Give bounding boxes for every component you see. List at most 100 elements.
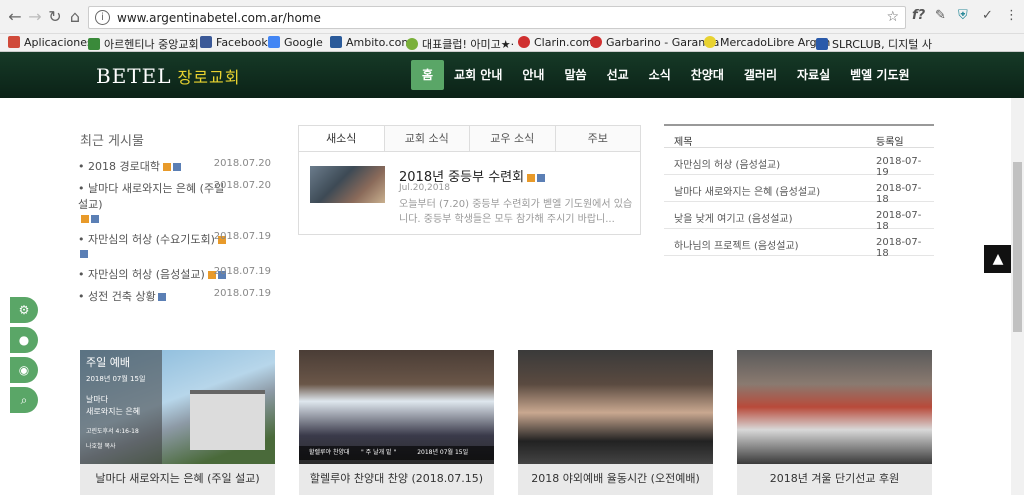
- nav-home[interactable]: 홈: [411, 60, 445, 90]
- formula-extension-icon[interactable]: f?: [912, 8, 925, 23]
- main-nav: 홈 교회 안내 안내 말씀 선교 소식 찬양대 갤러리 자료실 벧엘 기도원: [411, 60, 920, 90]
- gallery-caption[interactable]: 2018년 겨울 단기선교 후원: [737, 464, 932, 495]
- nav-resources[interactable]: 자료실: [787, 60, 840, 90]
- bookmark-item[interactable]: Clarin.com: [518, 36, 593, 49]
- site-logo[interactable]: BETEL 장로교회: [96, 64, 240, 88]
- nav-mission[interactable]: 선교: [597, 60, 639, 90]
- favicon-icon: [88, 38, 100, 50]
- tab-news[interactable]: 새소식: [299, 126, 385, 151]
- bookmark-item[interactable]: Aplicaciones: [8, 36, 93, 49]
- shield-icon[interactable]: ⛨: [958, 8, 968, 23]
- scrollbar-thumb[interactable]: [1013, 162, 1022, 332]
- bookmark-item[interactable]: Ambito.com: [330, 36, 412, 49]
- overlay-sermon-title: 날마다 새로와지는 은혜: [86, 395, 141, 416]
- nav-church-info[interactable]: 교회 안내: [444, 60, 512, 90]
- bookmark-item[interactable]: 대표클럽! 아미고★·: [406, 36, 514, 52]
- table-row[interactable]: 날마다 새로와지는 은혜 (음성설교) 2018-07-18: [664, 175, 934, 205]
- facebook-icon: [200, 36, 212, 48]
- overlay-date: 2018년 07월 15일: [86, 375, 146, 383]
- list-item[interactable]: • 자만심의 허상 (수요기도회) 2018.07.19: [78, 231, 273, 260]
- bookmark-item[interactable]: Facebook: [200, 36, 268, 49]
- bookmarks-bar: Aplicaciones 아르헨티나 중앙교회 Facebook Google …: [0, 34, 1024, 52]
- news-panel: 새소식 교회 소식 교우 소식 주보 2018년 중등부 수련회 Jul.20,…: [298, 125, 641, 235]
- settings-button[interactable]: ⚙: [10, 297, 38, 323]
- gallery-image[interactable]: 할렐루야 찬양대 " 주 날개 밑 " 2018년 07월 15일: [299, 350, 494, 464]
- bookmark-star-icon[interactable]: ☆: [886, 9, 899, 25]
- tab-church-news[interactable]: 교회 소식: [385, 126, 470, 151]
- nav-news[interactable]: 소식: [639, 60, 681, 90]
- sermon-title[interactable]: 날마다 새로와지는 은혜 (음성설교): [674, 183, 820, 198]
- tab-member-news[interactable]: 교우 소식: [470, 126, 556, 151]
- home-icon[interactable]: ⌂: [64, 6, 86, 28]
- nav-prayer-house[interactable]: 벧엘 기도원: [840, 60, 919, 90]
- list-item[interactable]: • 날마다 새로와지는 은혜 (주일 설교) 2018.07.20: [78, 180, 273, 225]
- sermon-title[interactable]: 하나님의 프로젝트 (음성설교): [674, 237, 799, 252]
- bookmark-label: Garbarino - Garantía: [606, 36, 720, 49]
- address-bar[interactable]: i www.argentinabetel.com.ar/home ☆: [88, 6, 906, 29]
- bookmark-label: Ambito.com: [346, 36, 413, 49]
- news-tabs: 새소식 교회 소식 교우 소식 주보: [299, 126, 640, 152]
- bookmark-item[interactable]: Garbarino - Garantía: [590, 36, 719, 49]
- gallery-caption[interactable]: 날마다 새로와지는 은혜 (주일 설교): [80, 464, 275, 495]
- post-title[interactable]: • 성전 건축 상황: [78, 290, 156, 303]
- info-icon[interactable]: i: [95, 10, 110, 25]
- menu-icon[interactable]: ⋮: [1005, 8, 1018, 23]
- search-button[interactable]: ⌕: [10, 387, 38, 413]
- page-scrollbar[interactable]: [1011, 98, 1024, 495]
- post-date: 2018.07.20: [213, 180, 271, 191]
- post-title[interactable]: • 자만심의 허상 (수요기도회): [78, 233, 215, 246]
- sermon-title[interactable]: 자만심의 허상 (음성설교): [674, 156, 780, 171]
- gallery-image[interactable]: [737, 350, 932, 464]
- user-button[interactable]: ●: [10, 327, 38, 353]
- list-item[interactable]: • 2018 경로대학 2018.07.20: [78, 158, 273, 174]
- gallery-caption[interactable]: 2018 야외예배 율동시간 (오전예배): [518, 464, 713, 495]
- overlay-pastor: 나호철 목사: [86, 443, 116, 450]
- gallery-caption[interactable]: 할렐루야 찬양대 찬양 (2018.07.15): [299, 464, 494, 495]
- nav-sermons[interactable]: 말씀: [554, 60, 596, 90]
- post-title[interactable]: • 2018 경로대학: [78, 160, 160, 173]
- extension-check-icon[interactable]: ✓: [982, 8, 993, 23]
- nav-guide[interactable]: 안내: [512, 60, 554, 90]
- gallery-card[interactable]: 2018 야외예배 율동시간 (오전예배): [518, 350, 713, 495]
- gallery-image[interactable]: 주일 예배 2018년 07월 15일 날마다 새로와지는 은혜 고린도후서 4…: [80, 350, 275, 464]
- table-row[interactable]: 낮을 낮게 여기고 (음성설교) 2018-07-18: [664, 202, 934, 232]
- forward-icon[interactable]: →: [24, 6, 46, 28]
- gallery-card[interactable]: 2018년 겨울 단기선교 후원: [737, 350, 932, 495]
- list-item[interactable]: • 성전 건축 상황 2018.07.19: [78, 288, 273, 304]
- side-toolbar: ⚙ ● ◉ ⌕: [10, 297, 38, 417]
- favicon-icon: [704, 36, 716, 48]
- post-title[interactable]: • 날마다 새로와지는 은혜 (주일 설교): [78, 182, 224, 211]
- bookmark-item[interactable]: SLRCLUB, 디지털 사: [816, 36, 932, 52]
- reload-icon[interactable]: ↻: [44, 6, 66, 28]
- bookmark-label: 대표클럽! 아미고★·: [422, 38, 515, 51]
- table-row[interactable]: 하나님의 프로젝트 (음성설교) 2018-07-18: [664, 229, 934, 259]
- bookmark-label: Facebook: [216, 36, 268, 49]
- list-item[interactable]: • 자만심의 허상 (음성설교) 2018.07.19: [78, 266, 273, 282]
- bookmark-item[interactable]: MercadoLibre Argen: [704, 36, 830, 49]
- scroll-top-button[interactable]: ▲: [984, 245, 1012, 273]
- sermon-title[interactable]: 낮을 낮게 여기고 (음성설교): [674, 210, 793, 225]
- post-date: 2018.07.19: [213, 288, 271, 299]
- gallery-card[interactable]: 주일 예배 2018년 07월 15일 날마다 새로와지는 은혜 고린도후서 4…: [80, 350, 275, 495]
- extension-icon[interactable]: ✎: [935, 8, 946, 23]
- new-badge-icon: [527, 174, 536, 182]
- tab-bulletin[interactable]: 주보: [556, 126, 641, 151]
- gallery-card[interactable]: 할렐루야 찬양대 " 주 날개 밑 " 2018년 07월 15일 할렐루야 찬…: [299, 350, 494, 495]
- back-icon[interactable]: ←: [4, 6, 26, 28]
- table-row[interactable]: 자만심의 허상 (음성설교) 2018-07-19: [664, 148, 934, 178]
- globe-button[interactable]: ◉: [10, 357, 38, 383]
- logo-subtext: 장로교회: [177, 68, 241, 87]
- news-thumbnail[interactable]: [310, 166, 385, 203]
- url-text[interactable]: www.argentinabetel.com.ar/home: [117, 11, 321, 25]
- bookmark-item[interactable]: Google: [268, 36, 323, 49]
- post-title[interactable]: • 자만심의 허상 (음성설교): [78, 268, 205, 281]
- bookmark-item[interactable]: 아르헨티나 중앙교회: [88, 36, 199, 52]
- post-date: 2018.07.19: [213, 231, 271, 242]
- gallery-image[interactable]: [518, 350, 713, 464]
- favicon-icon: [330, 36, 342, 48]
- browser-toolbar: ← → ↻ ⌂ i www.argentinabetel.com.ar/home…: [0, 0, 1024, 34]
- post-date: 2018.07.20: [213, 158, 271, 169]
- nav-gallery[interactable]: 갤러리: [734, 60, 787, 90]
- nav-choir[interactable]: 찬양대: [681, 60, 734, 90]
- user-icon: ●: [18, 333, 30, 347]
